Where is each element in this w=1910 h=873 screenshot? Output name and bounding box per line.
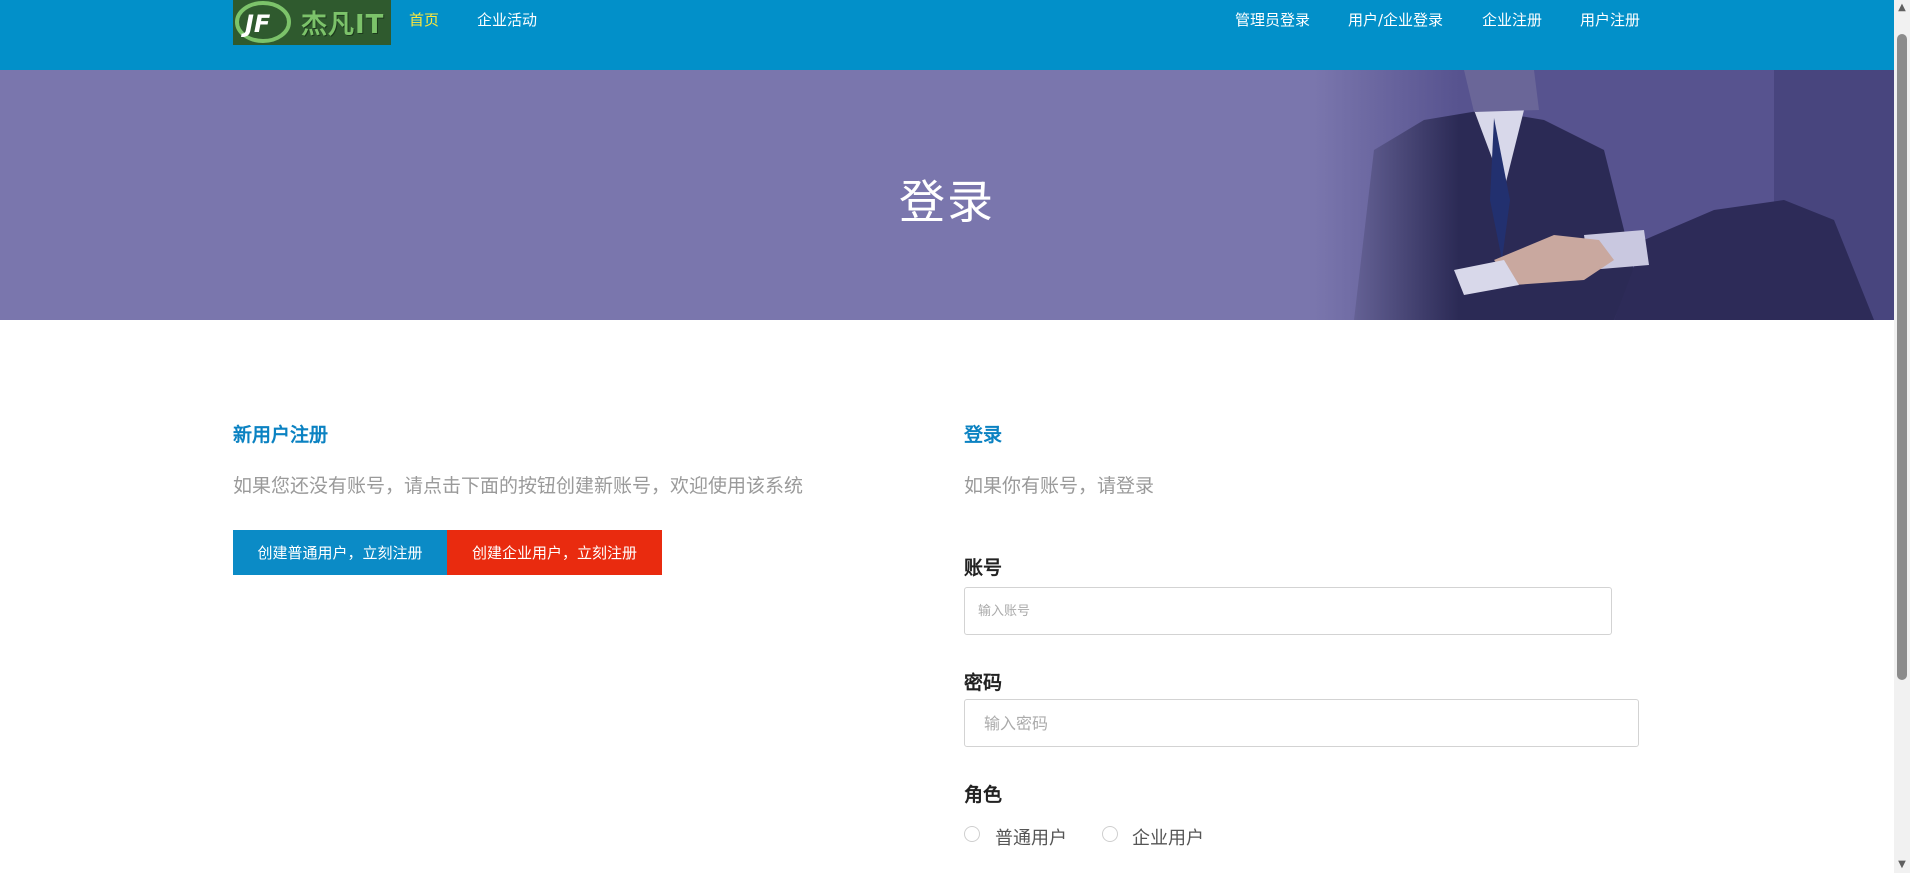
create-user-button[interactable]: 创建普通用户，立刻注册: [233, 530, 447, 575]
site-logo[interactable]: JF 杰凡IT: [233, 0, 391, 45]
nav-user-register[interactable]: 用户注册: [1580, 9, 1640, 30]
top-navbar: JF 杰凡IT 首页 企业活动 管理员登录 用户/企业登录 企业注册 用户注册: [0, 0, 1894, 70]
login-description: 如果你有账号，请登录: [964, 475, 1155, 497]
role-user-label[interactable]: 普通用户: [995, 824, 1067, 850]
create-company-button[interactable]: 创建企业用户，立刻注册: [447, 530, 662, 575]
role-company-label[interactable]: 企业用户: [1132, 824, 1204, 850]
register-description: 如果您还没有账号，请点击下面的按钮创建新账号，欢迎使用该系统: [233, 475, 804, 497]
nav-activities[interactable]: 企业活动: [477, 9, 537, 30]
password-label: 密码: [964, 672, 1003, 694]
password-input[interactable]: [964, 699, 1639, 747]
login-title: 登录: [964, 424, 1003, 446]
role-label: 角色: [964, 784, 1003, 806]
logo-text: 杰凡IT: [301, 10, 385, 40]
nav-home[interactable]: 首页: [409, 9, 439, 30]
scroll-up-arrow-icon[interactable]: ▲: [1894, 0, 1910, 16]
nav-user-company-login[interactable]: 用户/企业登录: [1348, 9, 1443, 30]
account-input[interactable]: [964, 587, 1612, 635]
page-title: 登录: [899, 175, 995, 229]
page-scrollbar[interactable]: ▲ ▼: [1894, 0, 1910, 873]
scrollbar-thumb[interactable]: [1897, 34, 1907, 680]
hero-banner: 登录: [0, 70, 1894, 320]
role-company-radio[interactable]: [1102, 826, 1118, 842]
role-user-radio[interactable]: [964, 826, 980, 842]
nav-company-register[interactable]: 企业注册: [1482, 9, 1542, 30]
svg-text:JF: JF: [241, 10, 271, 38]
nav-admin-login[interactable]: 管理员登录: [1235, 9, 1310, 30]
scroll-down-arrow-icon[interactable]: ▼: [1894, 857, 1910, 873]
register-title: 新用户注册: [233, 424, 329, 446]
account-label: 账号: [964, 557, 1003, 579]
